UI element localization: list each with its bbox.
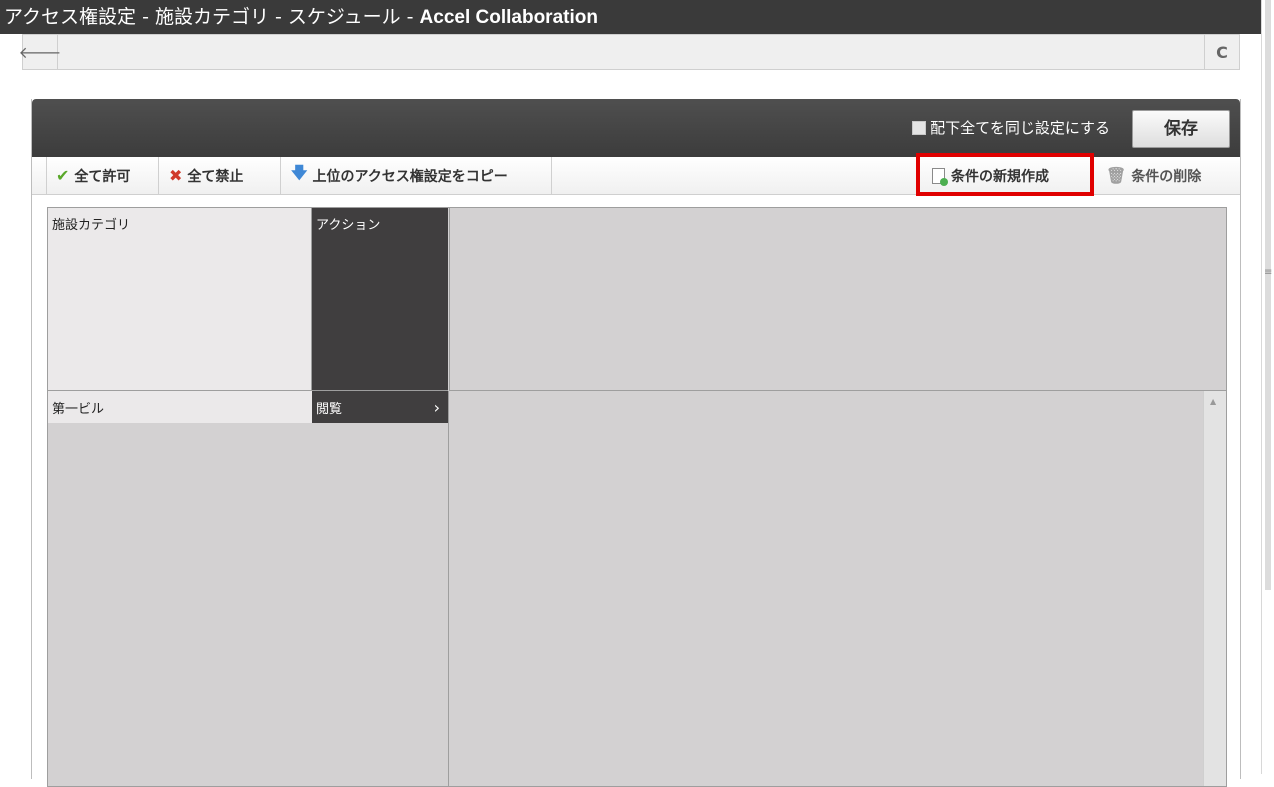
page-scrollbar-track[interactable] xyxy=(1265,0,1271,590)
chevron-right-icon: › xyxy=(433,397,440,417)
page-scrollbar[interactable]: ≡ xyxy=(1261,0,1274,774)
panel-header: 配下全てを同じ設定にする 保存 xyxy=(32,99,1240,157)
permissions-grid: 施設カテゴリ アクション 第一ビル 閲覧 › ▲ xyxy=(47,207,1227,787)
app-name: Accel Collaboration xyxy=(419,7,598,28)
column-header-category: 施設カテゴリ xyxy=(48,208,312,391)
save-button[interactable]: 保存 xyxy=(1132,110,1230,148)
reload-button[interactable]: C xyxy=(1204,35,1239,69)
window-title: アクセス権設定 - 施設カテゴリ - スケジュール - xyxy=(4,6,420,28)
toolbar: ✔ 全て許可 ✖ 全て禁止 🡇 上位のアクセス権設定をコピー 条件の新規作成 🗑… xyxy=(32,157,1240,195)
new-document-icon xyxy=(932,167,948,186)
access-settings-panel: 配下全てを同じ設定にする 保存 ✔ 全て許可 ✖ 全て禁止 🡇 上位のアクセス権… xyxy=(31,99,1241,787)
column-divider xyxy=(448,391,449,786)
deny-all-label: 全て禁止 xyxy=(187,168,244,185)
reload-icon: C xyxy=(1216,42,1228,62)
column-header-action: アクション xyxy=(312,208,448,391)
window-title-bar: アクセス権設定 - 施設カテゴリ - スケジュール - Accel Collab… xyxy=(0,0,1262,34)
new-condition-label: 条件の新規作成 xyxy=(951,168,1049,185)
trash-icon: 🗑 xyxy=(1106,166,1127,185)
deny-all-button[interactable]: ✖ 全て禁止 xyxy=(159,157,281,194)
grid-scrollbar[interactable]: ▲ xyxy=(1203,391,1226,786)
check-icon: ✔ xyxy=(56,166,70,185)
navigation-bar: 🡐 C xyxy=(19,34,1240,70)
copy-parent-settings-button[interactable]: 🡇 上位のアクセス権設定をコピー xyxy=(281,157,552,194)
delete-condition-button[interactable]: 🗑 条件の削除 xyxy=(1096,157,1236,194)
apply-to-children-label: 配下全てを同じ設定にする xyxy=(930,119,1110,137)
copy-parent-settings-label: 上位のアクセス権設定をコピー xyxy=(312,168,508,185)
new-condition-button[interactable]: 条件の新規作成 xyxy=(922,157,1092,194)
resize-grip-icon[interactable]: ≡ xyxy=(1264,268,1272,278)
scroll-up-icon[interactable]: ▲ xyxy=(1210,397,1216,406)
arrow-down-icon: 🡇 xyxy=(291,163,308,182)
back-button[interactable]: 🡐 xyxy=(19,35,61,69)
allow-all-button[interactable]: ✔ 全て許可 xyxy=(46,157,159,194)
allow-all-label: 全て許可 xyxy=(74,168,131,185)
table-row-category: 第一ビル xyxy=(48,391,312,423)
arrow-left-icon: 🡐 xyxy=(18,43,62,62)
apply-to-children-checkbox[interactable] xyxy=(912,120,927,135)
apply-to-children-option[interactable]: 配下全てを同じ設定にする xyxy=(912,117,1110,138)
cross-icon: ✖ xyxy=(169,166,183,185)
action-label: 閲覧 xyxy=(316,401,343,417)
delete-condition-label: 条件の削除 xyxy=(1131,168,1202,185)
column-header-conditions xyxy=(449,208,1226,391)
table-row-action[interactable]: 閲覧 › xyxy=(312,391,448,423)
